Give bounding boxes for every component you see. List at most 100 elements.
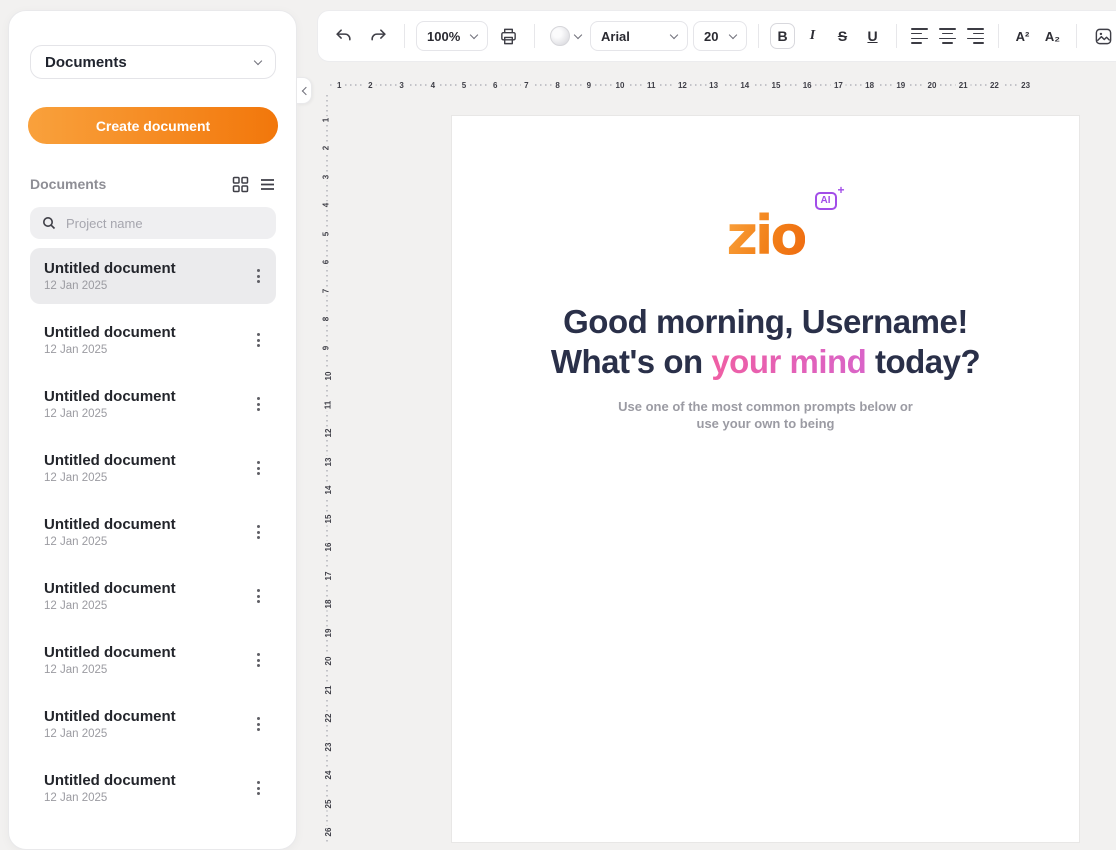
list-item[interactable]: Untitled document 12 Jan 2025 <box>30 568 276 624</box>
ruler-number: 24 <box>323 769 334 782</box>
ai-badge-plus-icon: + <box>838 184 845 196</box>
list-view-icon[interactable] <box>259 176 276 193</box>
document-item-text: Untitled document 12 Jan 2025 <box>44 260 176 292</box>
ruler-number: 1 <box>321 115 332 123</box>
app-logo: zio AI + <box>726 206 804 266</box>
kebab-menu-icon[interactable] <box>251 263 266 289</box>
toolbar: 100% Arial 20 B I S U A² A₂ <box>317 10 1116 62</box>
subtitle-line2: use your own to being <box>452 415 1079 432</box>
list-item[interactable]: Untitled document 12 Jan 2025 <box>30 248 276 304</box>
font-family-select[interactable]: Arial <box>590 21 688 51</box>
grid-view-icon[interactable] <box>232 176 249 193</box>
chevron-down-icon <box>670 30 678 38</box>
ruler-number: 4 <box>428 80 438 91</box>
ruler-number: 10 <box>323 370 334 383</box>
chevron-down-icon <box>470 30 478 38</box>
document-date: 12 Jan 2025 <box>44 280 176 292</box>
redo-button[interactable] <box>363 21 393 51</box>
subtitle-line1: Use one of the most common prompts below… <box>452 398 1079 415</box>
list-item[interactable]: Untitled document 12 Jan 2025 <box>30 504 276 560</box>
ruler-number: 17 <box>831 80 846 91</box>
create-document-button[interactable]: Create document <box>28 107 278 144</box>
kebab-menu-icon[interactable] <box>251 775 266 801</box>
kebab-menu-icon[interactable] <box>251 391 266 417</box>
document-canvas[interactable]: zio AI + Good morning, Username! What's … <box>451 115 1080 843</box>
vertical-ruler: 1234567891011121314151617181920212223242… <box>321 95 334 843</box>
print-icon <box>499 27 518 46</box>
document-title: Untitled document <box>44 772 176 789</box>
ruler-number: 25 <box>323 797 334 810</box>
greeting-line2: What's on your mind today? <box>452 342 1079 382</box>
kebab-menu-icon[interactable] <box>251 327 266 353</box>
ruler-number: 13 <box>706 80 721 91</box>
ruler-number: 16 <box>800 80 815 91</box>
superscript-button[interactable]: A² <box>1010 23 1035 49</box>
kebab-menu-icon[interactable] <box>251 583 266 609</box>
greeting-subtitle: Use one of the most common prompts below… <box>452 398 1079 432</box>
workspace-selector[interactable]: Documents <box>30 45 276 79</box>
ruler-number: 3 <box>321 172 332 180</box>
ruler-number: 15 <box>769 80 784 91</box>
insert-image-icon <box>1094 27 1113 46</box>
document-list: Untitled document 12 Jan 2025 Untitled d… <box>30 248 276 843</box>
ruler-number: 13 <box>323 455 334 468</box>
list-item[interactable]: Untitled document 12 Jan 2025 <box>30 376 276 432</box>
undo-button[interactable] <box>328 21 358 51</box>
ruler-number: 20 <box>925 80 940 91</box>
redo-icon <box>369 27 388 46</box>
insert-image-button[interactable] <box>1088 21 1116 51</box>
ruler-number: 22 <box>987 80 1002 91</box>
ruler-number: 12 <box>323 427 334 440</box>
zio-logo-text: zio <box>726 204 804 267</box>
subscript-button[interactable]: A₂ <box>1040 23 1065 49</box>
kebab-menu-icon[interactable] <box>251 519 266 545</box>
toolbar-divider <box>1076 24 1077 48</box>
document-title: Untitled document <box>44 580 176 597</box>
ruler-number: 23 <box>323 740 334 753</box>
italic-button[interactable]: I <box>800 23 825 49</box>
list-item[interactable]: Untitled document 12 Jan 2025 <box>30 312 276 368</box>
ruler-number: 8 <box>552 80 562 91</box>
document-date: 12 Jan 2025 <box>44 536 176 548</box>
document-date: 12 Jan 2025 <box>44 728 176 740</box>
ruler-number: 9 <box>584 80 594 91</box>
document-item-text: Untitled document 12 Jan 2025 <box>44 772 176 804</box>
undo-icon <box>334 27 353 46</box>
align-center-button[interactable] <box>939 28 956 44</box>
font-size-value: 20 <box>704 29 718 44</box>
toolbar-divider <box>998 24 999 48</box>
list-item[interactable]: Untitled document 12 Jan 2025 <box>30 760 276 816</box>
text-color-select[interactable] <box>546 26 585 46</box>
document-date: 12 Jan 2025 <box>44 472 176 484</box>
list-item[interactable]: Untitled document 12 Jan 2025 <box>30 440 276 496</box>
strikethrough-button[interactable]: S <box>830 23 855 49</box>
chevron-down-icon <box>254 56 262 64</box>
kebab-menu-icon[interactable] <box>251 455 266 481</box>
search-box[interactable] <box>30 207 276 239</box>
sidebar-collapse-button[interactable] <box>297 77 312 104</box>
search-icon <box>42 216 56 230</box>
document-title: Untitled document <box>44 708 176 725</box>
kebab-menu-icon[interactable] <box>251 647 266 673</box>
document-title: Untitled document <box>44 452 176 469</box>
ruler-number: 16 <box>323 541 334 554</box>
ruler-number: 2 <box>365 80 375 91</box>
align-left-button[interactable] <box>911 28 928 44</box>
ruler-number: 18 <box>323 598 334 611</box>
kebab-menu-icon[interactable] <box>251 711 266 737</box>
ruler-number: 18 <box>862 80 877 91</box>
bold-button[interactable]: B <box>770 23 795 49</box>
zoom-select[interactable]: 100% <box>416 21 488 51</box>
print-button[interactable] <box>493 21 523 51</box>
align-right-button[interactable] <box>967 28 984 44</box>
search-input[interactable] <box>64 215 264 232</box>
font-size-select[interactable]: 20 <box>693 21 747 51</box>
ruler-number: 11 <box>323 398 334 410</box>
list-item[interactable]: Untitled document 12 Jan 2025 <box>30 632 276 688</box>
ruler-number: 5 <box>459 80 469 91</box>
greeting-line1: Good morning, Username! <box>452 302 1079 342</box>
underline-button[interactable]: U <box>860 23 885 49</box>
ruler-number: 17 <box>323 569 334 582</box>
list-item[interactable]: Untitled document 12 Jan 2025 <box>30 696 276 752</box>
ruler-number: 11 <box>644 80 658 91</box>
